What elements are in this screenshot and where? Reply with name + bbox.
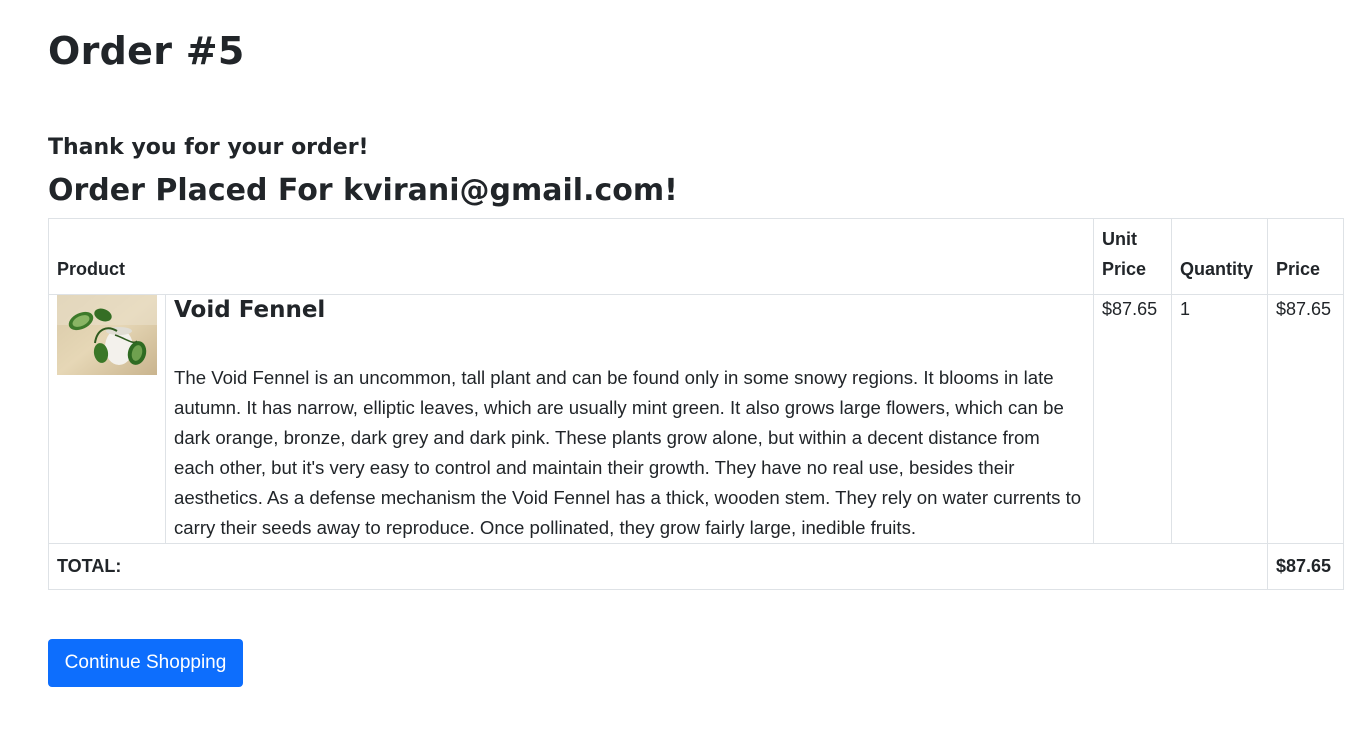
order-table: Product Unit Price Quantity Price Void F… [47,218,1344,590]
price-cell: $87.65 [1267,294,1344,544]
unit-price-cell: $87.65 [1093,294,1173,544]
page-title: Order #5 [48,29,245,73]
quantity-cell: 1 [1171,294,1268,544]
total-value: $87.65 [1267,543,1344,590]
product-name: Void Fennel [174,297,326,323]
header-quantity: Quantity [1171,218,1268,295]
header-unit-price: Unit Price [1093,218,1173,295]
continue-shopping-button[interactable]: Continue Shopping [48,639,243,687]
order-placed-for: Order Placed For kvirani@gmail.com! [48,173,678,208]
product-image-cell [48,294,166,544]
plant-photo-icon [57,295,157,375]
total-row: TOTAL: $87.65 [48,543,1344,590]
total-label: TOTAL: [48,543,1268,590]
product-details-cell: Void Fennel The Void Fennel is an uncomm… [164,294,1095,544]
header-unit-price-label: Unit Price [1102,229,1147,279]
table-header-row: Product Unit Price Quantity Price [47,218,1344,295]
table-row: Void Fennel The Void Fennel is an uncomm… [48,294,1344,544]
product-description: The Void Fennel is an uncommon, tall pla… [174,367,1082,538]
header-product: Product [47,218,1095,295]
header-price: Price [1267,218,1344,295]
thank-you-message: Thank you for your order! [48,135,369,160]
